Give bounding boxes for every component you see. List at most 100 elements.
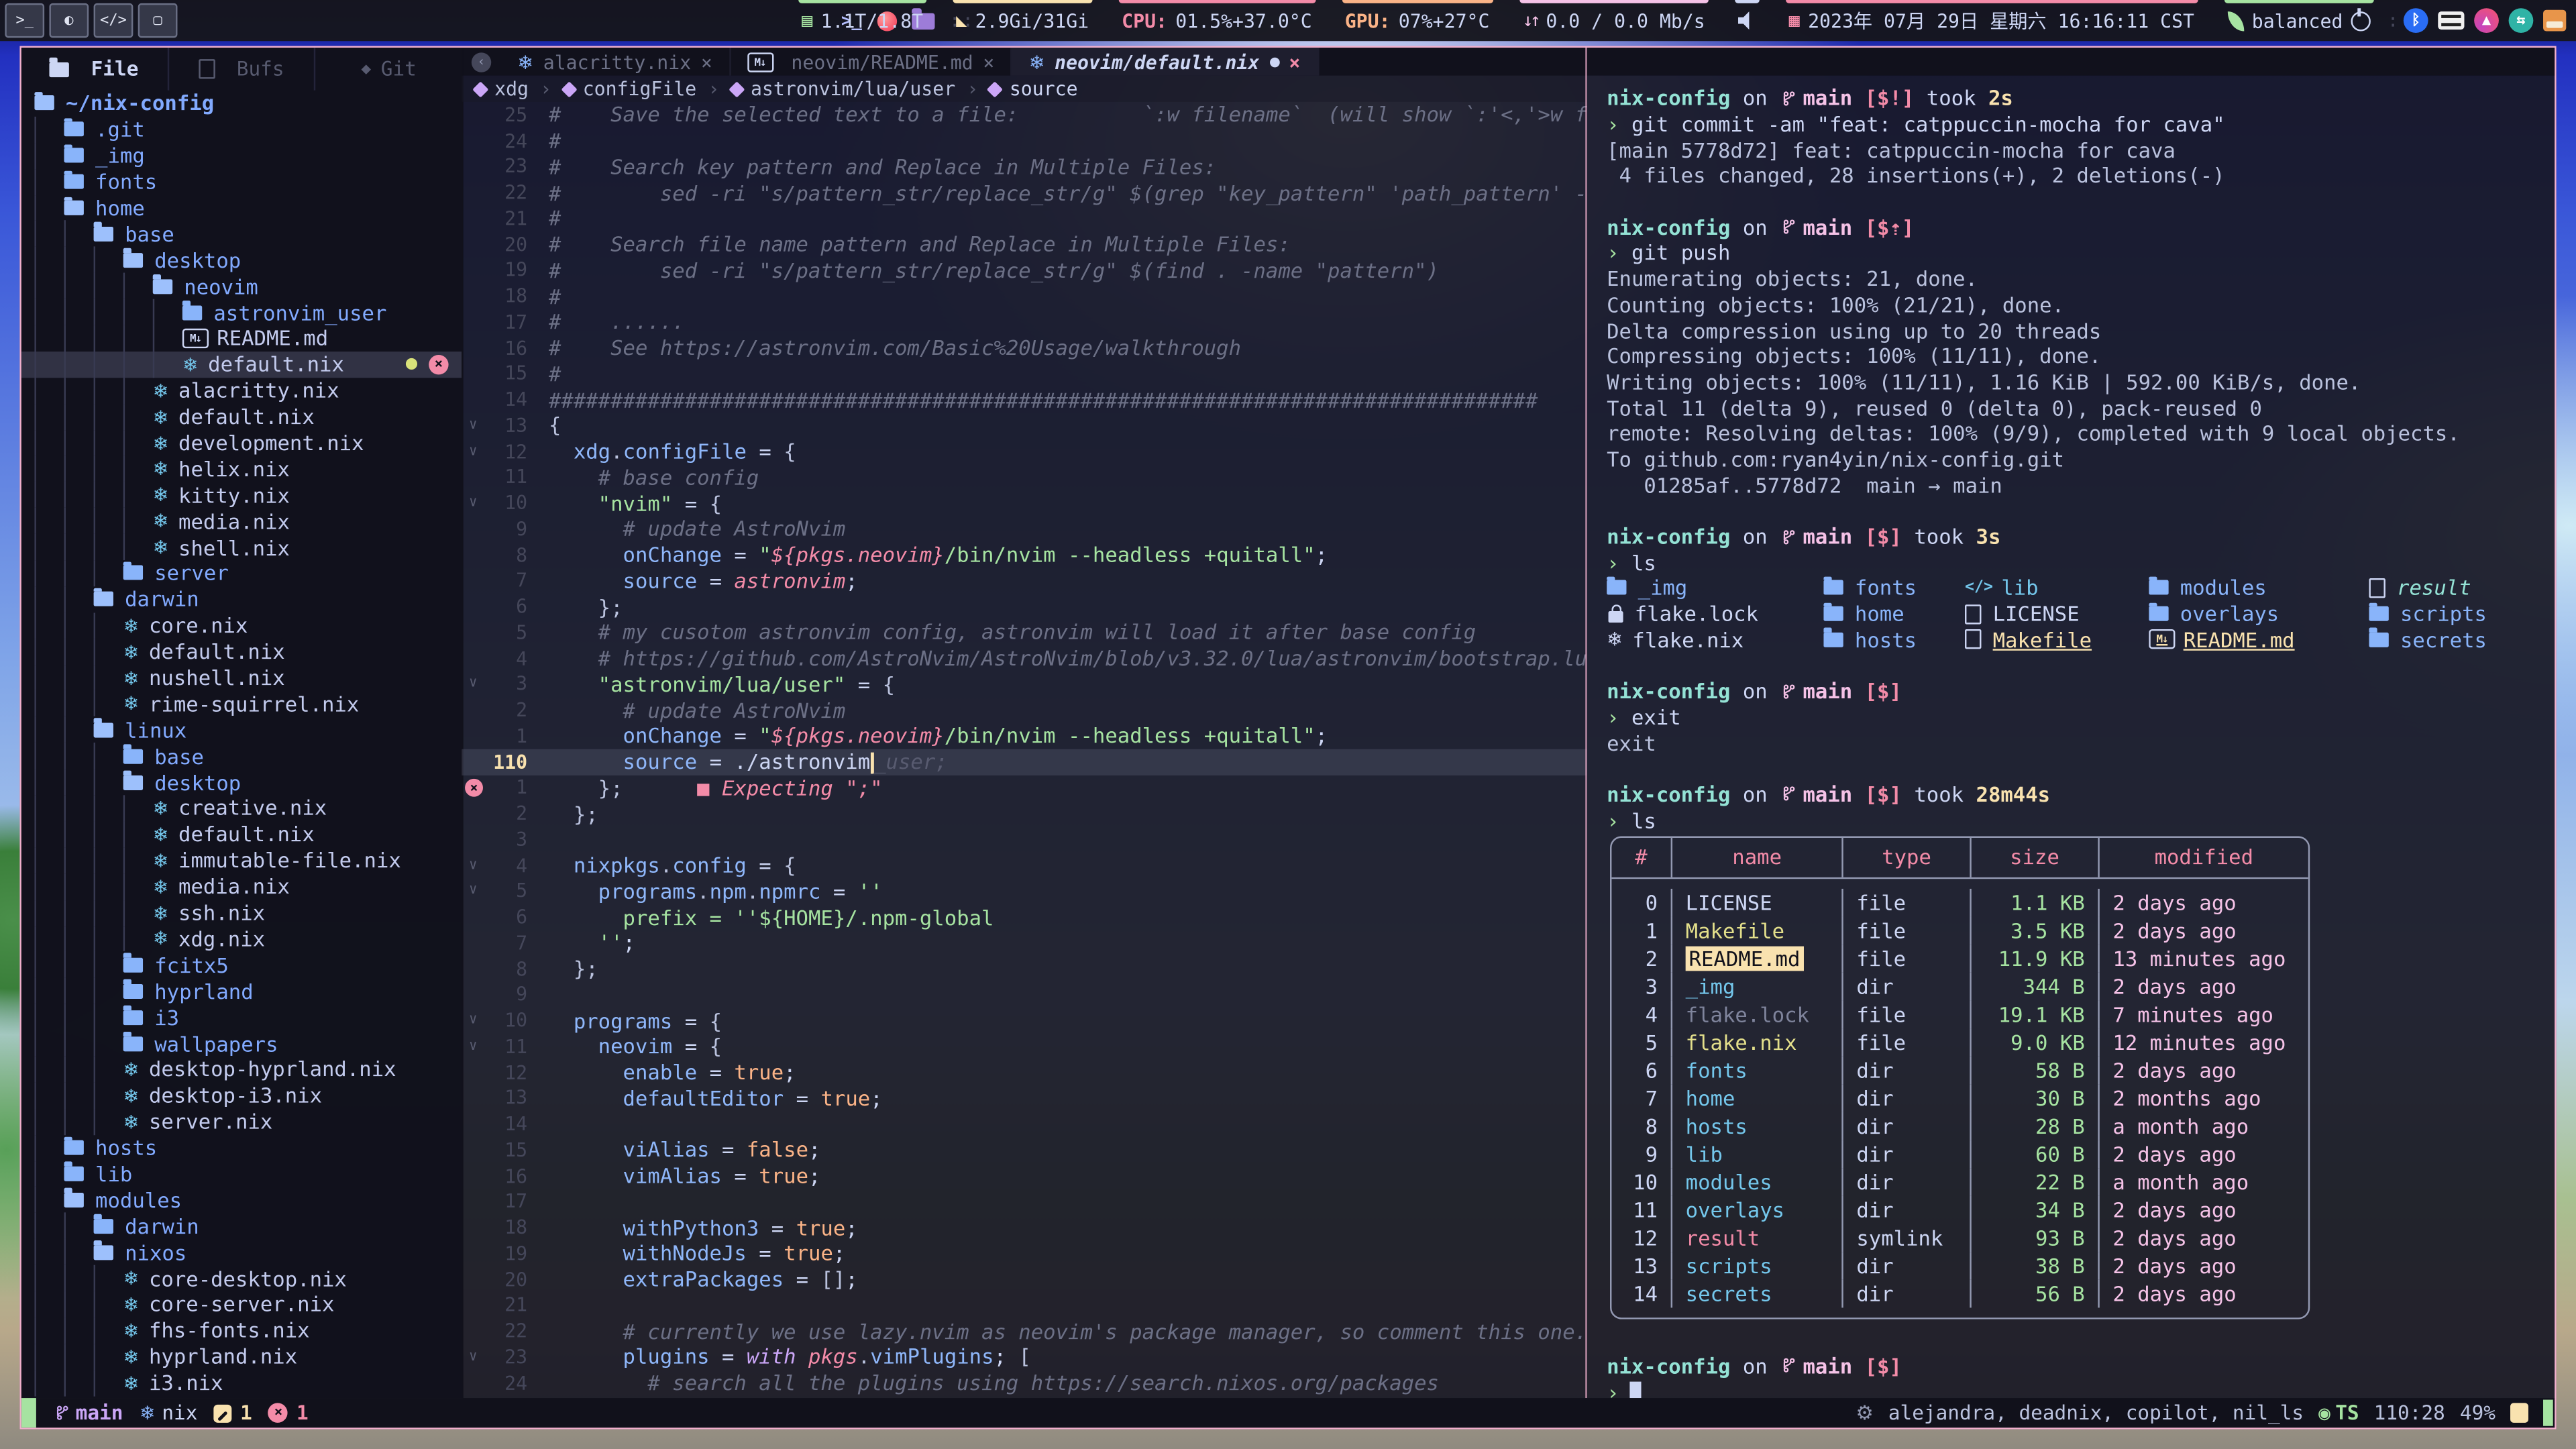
card-tray-icon[interactable] (2543, 10, 2566, 32)
tree-item-kitty.nix[interactable]: ❄kitty.nix (21, 482, 462, 508)
tree-item-xdg.nix[interactable]: ❄xdg.nix (21, 926, 462, 952)
tree-item-fonts[interactable]: fonts (21, 168, 462, 195)
tabline-left-icon[interactable]: ‹ (472, 52, 491, 71)
bluetooth-icon[interactable]: ᛒ (2404, 8, 2428, 33)
fire-tray-icon[interactable]: ▲ (2474, 8, 2499, 33)
tree-item-desktop[interactable]: desktop (21, 247, 462, 273)
fold-arrow-icon[interactable]: ∨ (462, 417, 484, 433)
editor-line[interactable]: 19 withNodeJs = true; (462, 1240, 1587, 1267)
editor-line[interactable]: 17# ...... (462, 309, 1587, 335)
tree-item-~/nix-config[interactable]: ~/nix-config (21, 91, 462, 117)
editor-line[interactable]: 8 }; (462, 956, 1587, 982)
tree-item-core-desktop.nix[interactable]: ❄core-desktop.nix (21, 1265, 462, 1291)
neotree-tab-bufs[interactable]: Bufs (167, 48, 315, 91)
volume-widget[interactable] (1721, 0, 1772, 41)
editor-line[interactable]: ∨10 "nvim" = { (462, 490, 1587, 516)
editor-line[interactable]: ∨23 plugins = with pkgs.vimPlugins; [ (462, 1344, 1587, 1370)
buffer-tab-neovim/README.md[interactable]: M↓neovim/README.md× (731, 48, 1013, 76)
editor-line[interactable]: 19# sed -ri "s/pattern_str/replace_str/g… (462, 257, 1587, 283)
editor-line[interactable]: ∨13{ (462, 413, 1587, 439)
tree-item-creative.nix[interactable]: ❄creative.nix (21, 795, 462, 821)
editor-line[interactable]: 110 source = ./astronvim_user; (462, 749, 1587, 775)
error-badge-icon[interactable]: × (429, 355, 448, 374)
editor-line[interactable]: 21 (462, 1292, 1587, 1318)
editor-line[interactable]: 3 (462, 826, 1587, 853)
fold-arrow-icon[interactable]: ∨ (462, 1348, 484, 1364)
tree-item-modules[interactable]: modules (21, 1187, 462, 1213)
breadcrumb-item[interactable]: astronvim/lua/user (731, 77, 956, 100)
tree-item-immutable-file.nix[interactable]: ❄immutable-file.nix (21, 847, 462, 873)
tree-item-wallpapers[interactable]: wallpapers (21, 1030, 462, 1057)
editor-line[interactable]: 20 extraPackages = []; (462, 1267, 1587, 1293)
tree-item-neovim[interactable]: neovim (21, 273, 462, 299)
keyboard-icon[interactable] (2438, 11, 2464, 30)
tree-item-.git[interactable]: .git (21, 117, 462, 143)
editor-line[interactable]: ∨3 "astronvim/lua/user" = { (462, 671, 1587, 697)
editor-line[interactable]: 2 # update AstroNvim (462, 697, 1587, 723)
fold-arrow-icon[interactable]: ∨ (462, 443, 484, 459)
editor-line[interactable]: 15# (462, 361, 1587, 387)
neotree-tab-file[interactable]: File (21, 48, 167, 91)
workspace-tile-code-workspace[interactable]: </> (94, 3, 133, 38)
tree-item-base[interactable]: base (21, 221, 462, 247)
sync-tray-icon[interactable]: ⇆ (2509, 8, 2534, 33)
fold-arrow-icon[interactable]: ∨ (462, 494, 484, 511)
tree-item-desktop-i3.nix[interactable]: ❄desktop-i3.nix (21, 1082, 462, 1108)
editor-line[interactable]: 12 enable = true; (462, 1059, 1587, 1085)
editor-line[interactable]: 24 # search all the plugins using https:… (462, 1370, 1587, 1396)
tree-item-README.md[interactable]: M↓README.md (21, 325, 462, 352)
editor-line[interactable]: ∨12 xdg.configFile = { (462, 438, 1587, 464)
tree-item-default.nix[interactable]: ❄default.nix (21, 639, 462, 665)
editor-line[interactable]: 9 # update AstroNvim (462, 516, 1587, 542)
tree-item-core.nix[interactable]: ❄core.nix (21, 612, 462, 639)
fold-arrow-icon[interactable]: ∨ (462, 857, 484, 873)
tree-item-linux[interactable]: linux (21, 717, 462, 743)
tree-item-desktop-hyprland.nix[interactable]: ❄desktop-hyprland.nix (21, 1057, 462, 1083)
workspace-tile-terminal-workspace[interactable]: >_ (5, 3, 44, 38)
editor-line[interactable]: 22# sed -ri "s/pattern_str/replace_str/g… (462, 180, 1587, 206)
workspace-tile-monitor-workspace[interactable]: ▢ (138, 3, 178, 38)
editor-line[interactable]: 7 ''; (462, 930, 1587, 956)
buffer-tab-alacritty.nix[interactable]: ❄alacritty.nix× (501, 48, 731, 76)
editor-line[interactable]: 6 }; (462, 594, 1587, 620)
disk-usage-widget[interactable]: ▤ 1.1T/1.8T (786, 0, 940, 41)
tree-item-default.nix[interactable]: ❄default.nix× (21, 352, 462, 378)
network-widget[interactable]: ↓↑ 0.0 / 0.0 Mb/s (1506, 0, 1721, 41)
editor-line[interactable]: 7 source = astronvim; (462, 568, 1587, 594)
editor-line[interactable]: 5 # my cusotom astronvim config, astronv… (462, 619, 1587, 645)
editor-line[interactable]: ∨10 programs = { (462, 1008, 1587, 1034)
editor-line[interactable]: 1 onChange = "${pkgs.neovim}/bin/nvim --… (462, 723, 1587, 749)
tree-item-darwin[interactable]: darwin (21, 1213, 462, 1239)
clock-widget[interactable]: ▦ 2023年 07月 29日 星期六 16:16:11 CST (1772, 0, 2210, 41)
power-profile-widget[interactable]: balanced (2211, 0, 2387, 41)
memory-widget[interactable]: ◣ 2.9Gi/31Gi (940, 0, 1106, 41)
tree-item-shell.nix[interactable]: ❄shell.nix (21, 534, 462, 560)
tree-item-ssh.nix[interactable]: ❄ssh.nix (21, 900, 462, 926)
editor-line[interactable]: 4 # https://github.com/AstroNvim/AstroNv… (462, 645, 1587, 672)
editor-line[interactable]: 22 # currently we use lazy.nvim as neovi… (462, 1318, 1587, 1344)
tree-item-nixos[interactable]: nixos (21, 1239, 462, 1265)
breadcrumb-item[interactable]: configFile (563, 77, 696, 100)
editor-line[interactable]: 17 (462, 1189, 1587, 1215)
editor-line[interactable]: 16 vimAlias = true; (462, 1163, 1587, 1189)
editor-line[interactable]: 14 (462, 1111, 1587, 1137)
tree-item-i3.nix[interactable]: ❄i3.nix (21, 1370, 462, 1396)
editor-line[interactable]: ∨11 neovim = { (462, 1033, 1587, 1059)
tree-item-rime-squirrel.nix[interactable]: ❄rime-squirrel.nix (21, 691, 462, 717)
tree-item-hosts[interactable]: hosts (21, 1134, 462, 1161)
tree-item-core-server.nix[interactable]: ❄core-server.nix (21, 1291, 462, 1318)
workspace-tile-browser-workspace[interactable]: ◐ (49, 3, 89, 38)
tree-item-helix.nix[interactable]: ❄helix.nix (21, 456, 462, 482)
tree-item-server[interactable]: server (21, 560, 462, 586)
editor-line[interactable]: 8 onChange = "${pkgs.neovim}/bin/nvim --… (462, 542, 1587, 568)
editor-line[interactable]: 20# Search file name pattern and Replace… (462, 231, 1587, 258)
breadcrumb-item[interactable]: source (989, 77, 1077, 100)
editor-line[interactable]: 23# Search key pattern and Replace in Mu… (462, 154, 1587, 180)
editor-line[interactable]: 24# (462, 127, 1587, 154)
editor-line[interactable]: 13 defaultEditor = true; (462, 1085, 1587, 1112)
tree-item-hyprland.nix[interactable]: ❄hyprland.nix (21, 1344, 462, 1370)
neotree-tab-git[interactable]: ◆Git (315, 48, 462, 91)
editor-line[interactable]: 21# (462, 205, 1587, 231)
fold-arrow-icon[interactable]: ∨ (462, 676, 484, 692)
tree-item-media.nix[interactable]: ❄media.nix (21, 508, 462, 534)
